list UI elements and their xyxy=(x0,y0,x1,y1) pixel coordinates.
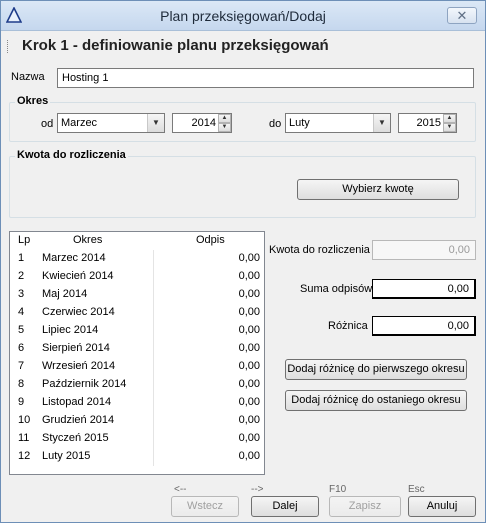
column-header-writeoff[interactable]: Odpis xyxy=(196,234,225,246)
close-icon: ✕ xyxy=(456,8,468,23)
chevron-down-icon[interactable]: ▼ xyxy=(147,114,164,132)
window-title: Plan przeksięgowań/Dodaj xyxy=(160,8,326,24)
step-title: Krok 1 - definiowanie planu przeksięgowa… xyxy=(22,37,329,54)
save-shortcut: F10 xyxy=(329,484,347,495)
from-month-select[interactable]: Marzec ▼ xyxy=(57,113,165,133)
chevron-down-icon[interactable]: ▼ xyxy=(373,114,390,132)
spin-up-icon[interactable]: ▲ xyxy=(443,114,456,123)
sum-of-writeoffs-label: Suma odpisów xyxy=(300,283,373,295)
spin-down-icon[interactable]: ▼ xyxy=(218,123,231,132)
amount-to-settle-label: Kwota do rozliczenia xyxy=(269,244,370,256)
from-year-spinner[interactable]: 2014 ▲ ▼ xyxy=(172,113,232,133)
to-label: do xyxy=(269,118,282,130)
list-item[interactable]: 2 Kwiecień 2014 0,00 xyxy=(10,268,264,286)
list-item[interactable]: 11 Styczeń 2015 0,00 xyxy=(10,430,264,448)
cancel-shortcut: Esc xyxy=(408,484,425,495)
back-shortcut: <-- xyxy=(174,484,187,495)
list-item[interactable]: 9 Listopad 2014 0,00 xyxy=(10,394,264,412)
list-item[interactable]: 7 Wrzesień 2014 0,00 xyxy=(10,358,264,376)
add-diff-last-button[interactable]: Dodaj różnicę do ostaniego okresu xyxy=(285,390,467,411)
period-group-title: Okres xyxy=(15,95,51,107)
to-year-spinner[interactable]: 2015 ▲ ▼ xyxy=(398,113,457,133)
step-header: Krok 1 - definiowanie planu przeksięgowa… xyxy=(2,32,484,59)
difference-field[interactable]: 0,00 xyxy=(372,316,476,336)
list-item[interactable]: 1 Marzec 2014 0,00 xyxy=(10,250,264,268)
name-input[interactable]: Hosting 1 xyxy=(57,68,474,88)
list-item[interactable]: 8 Październik 2014 0,00 xyxy=(10,376,264,394)
choose-amount-button[interactable]: Wybierz kwotę xyxy=(297,179,459,200)
name-label: Nazwa xyxy=(11,71,45,83)
period-list[interactable]: Lp Okres Odpis 1 Marzec 2014 0,00 2 Kwiecie… xyxy=(9,231,265,475)
add-diff-first-button[interactable]: Dodaj różnicę do pierwszego okresu xyxy=(285,359,467,380)
amount-group-title: Kwota do rozliczenia xyxy=(15,149,128,161)
list-item[interactable]: 5 Lipiec 2014 0,00 xyxy=(10,322,264,340)
list-item[interactable]: 3 Maj 2014 0,00 xyxy=(10,286,264,304)
save-button[interactable]: Zapisz xyxy=(329,496,401,517)
amount-to-settle-field: 0,00 xyxy=(372,240,476,260)
next-button[interactable]: Dalej xyxy=(251,496,319,517)
column-header-period[interactable]: Okres xyxy=(73,234,102,246)
close-button[interactable]: ✕ xyxy=(447,7,477,24)
to-month-select[interactable]: Luty ▼ xyxy=(285,113,391,133)
next-shortcut: --> xyxy=(251,484,264,495)
to-month-value: Luty xyxy=(289,117,310,129)
grip-icon xyxy=(7,40,10,53)
column-header-lp[interactable]: Lp xyxy=(18,234,30,246)
spin-down-icon[interactable]: ▼ xyxy=(443,123,456,132)
from-month-value: Marzec xyxy=(61,117,98,129)
dialog-window: Plan przeksięgowań/Dodaj ✕ Krok 1 - defi… xyxy=(0,0,486,523)
list-item[interactable]: 4 Czerwiec 2014 0,00 xyxy=(10,304,264,322)
spin-up-icon[interactable]: ▲ xyxy=(218,114,231,123)
to-year-value: 2015 xyxy=(416,117,441,129)
from-label: od xyxy=(41,118,54,130)
sum-of-writeoffs-field[interactable]: 0,00 xyxy=(372,279,476,299)
title-bar[interactable]: Plan przeksięgowań/Dodaj ✕ xyxy=(1,1,485,31)
from-year-value: 2014 xyxy=(191,117,216,129)
list-item[interactable]: 12 Luty 2015 0,00 xyxy=(10,448,264,466)
list-item[interactable]: 10 Grudzień 2014 0,00 xyxy=(10,412,264,430)
list-item[interactable]: 6 Sierpień 2014 0,00 xyxy=(10,340,264,358)
difference-label: Różnica xyxy=(328,320,368,332)
back-button[interactable]: Wstecz xyxy=(171,496,239,517)
cancel-button[interactable]: Anuluj xyxy=(408,496,476,517)
